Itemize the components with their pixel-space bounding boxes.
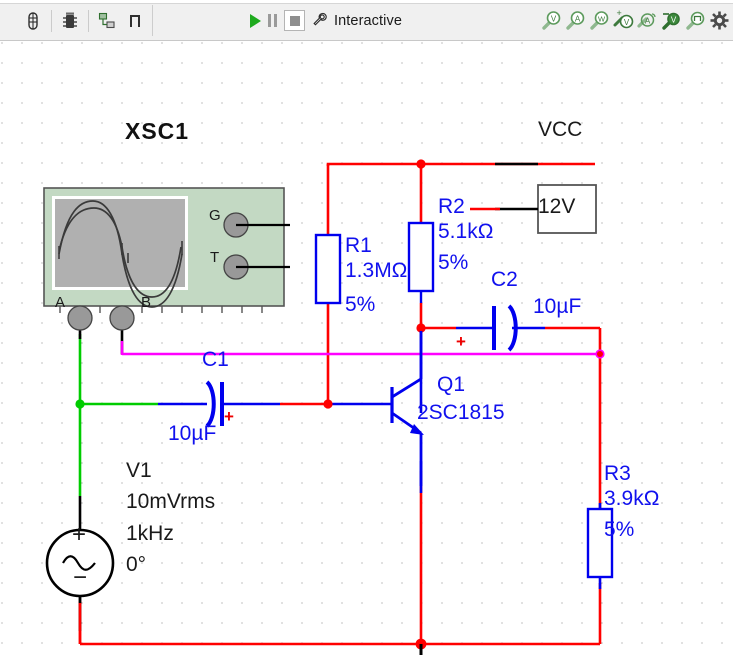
junction-base: [323, 399, 333, 409]
v1-frequency-label: 1kHz: [126, 522, 174, 545]
vcc-value-label: 12V: [538, 195, 576, 218]
r2-tolerance-label: 5%: [438, 251, 469, 274]
multimeter-ammeter-icon[interactable]: A: [564, 9, 587, 32]
r2-value-label: 5.1kΩ: [438, 220, 494, 243]
c2-value-label: 10µF: [533, 295, 582, 318]
v1-phase-label: 0°: [126, 553, 147, 576]
toolbar-divider: [88, 9, 89, 32]
multimeter-voltmeter-icon[interactable]: V: [540, 9, 563, 32]
scope-terminal-b: [109, 305, 135, 331]
svg-text:A: A: [575, 15, 581, 24]
schematic-drawing: [43, 159, 614, 655]
svg-text:+: +: [617, 9, 622, 18]
instruments-toolbar: V A W V + A V: [540, 6, 731, 35]
svg-text:V: V: [551, 15, 557, 24]
component-r2: [407, 221, 435, 303]
component-ground: [419, 644, 423, 655]
wrench-icon: [312, 12, 327, 32]
wattmeter-icon[interactable]: W: [588, 9, 611, 32]
r2-ref-label: R2: [438, 195, 465, 218]
c1-value-label: 10µF: [168, 422, 217, 445]
c1-polarity-label: +: [224, 407, 234, 426]
junction-source: [75, 399, 85, 409]
ac-ammeter-icon[interactable]: A: [636, 9, 659, 32]
v1-value-label: 10mVrms: [126, 490, 216, 513]
svg-text:V: V: [671, 15, 677, 24]
function-generator-icon[interactable]: [684, 9, 707, 32]
junction-output-red: [597, 351, 603, 357]
q1-value-label: 2SC1815: [417, 401, 505, 424]
ac-voltmeter-icon[interactable]: V +: [612, 8, 635, 32]
toolbar-divider: [51, 9, 52, 32]
v1-plus-terminal-label: +: [72, 521, 87, 548]
r1-value-label: 1.3MΩ: [345, 259, 408, 282]
vcc-ref-label: VCC: [538, 118, 583, 141]
main-toolbar: Interactive V A W V + A V: [0, 0, 733, 41]
r1-ref-label: R1: [345, 234, 372, 257]
scope-terminal-a-label: A: [55, 294, 66, 311]
simulation-run-controls: Interactive: [250, 6, 402, 35]
c2-ref-label: C2: [491, 268, 518, 291]
r1-tolerance-label: 5%: [345, 293, 376, 316]
run-play-icon[interactable]: [250, 13, 261, 28]
settings-gear-icon[interactable]: [708, 9, 731, 32]
r3-value-label: 3.9kΩ: [604, 487, 660, 510]
q1-ref-label: Q1: [437, 373, 466, 396]
c1-ref-label: C1: [202, 348, 229, 371]
stop-icon[interactable]: [284, 10, 305, 31]
scope-terminal-a: [67, 305, 93, 331]
scope-terminal-t-label: T: [210, 249, 220, 266]
svg-text:W: W: [598, 15, 606, 24]
pause-icon[interactable]: [268, 14, 277, 27]
component-c1: [158, 380, 280, 428]
dc-voltmeter-icon[interactable]: V: [660, 9, 683, 32]
component-tool-icon[interactable]: [20, 8, 46, 34]
xsc1-ref-label: XSC1: [125, 118, 190, 144]
junction-vcc: [416, 159, 426, 169]
toolbar-top-divider: [0, 0, 733, 4]
schematic-canvas[interactable]: XSC1 A B G T VCC 12V R1 1.3MΩ 5% R2 5.1k…: [0, 41, 733, 655]
component-r1: [314, 233, 342, 305]
hierarchical-block-tool-icon[interactable]: [94, 8, 120, 34]
component-c2: [456, 304, 545, 352]
svg-text:V: V: [624, 18, 630, 27]
scope-terminal-b-label: B: [141, 294, 152, 311]
r3-tolerance-label: 5%: [604, 518, 635, 541]
simulator-window: Interactive V A W V + A V XSC1 A B G T V…: [0, 0, 733, 655]
wire-vcc-rail: [326, 162, 595, 166]
c2-polarity-label: +: [456, 332, 466, 351]
instrument-xsc1: [43, 187, 290, 331]
scope-terminal-g-label: G: [209, 207, 221, 224]
toolbar-place-group: [18, 5, 153, 36]
step-signal-tool-icon[interactable]: [124, 8, 150, 34]
v1-ref-label: V1: [126, 459, 152, 482]
ic-chip-tool-icon[interactable]: [57, 8, 83, 34]
r3-ref-label: R3: [604, 462, 631, 485]
simulation-mode-label: Interactive: [334, 12, 402, 29]
v1-minus-terminal-label: −: [73, 564, 88, 591]
svg-text:A: A: [645, 17, 651, 26]
